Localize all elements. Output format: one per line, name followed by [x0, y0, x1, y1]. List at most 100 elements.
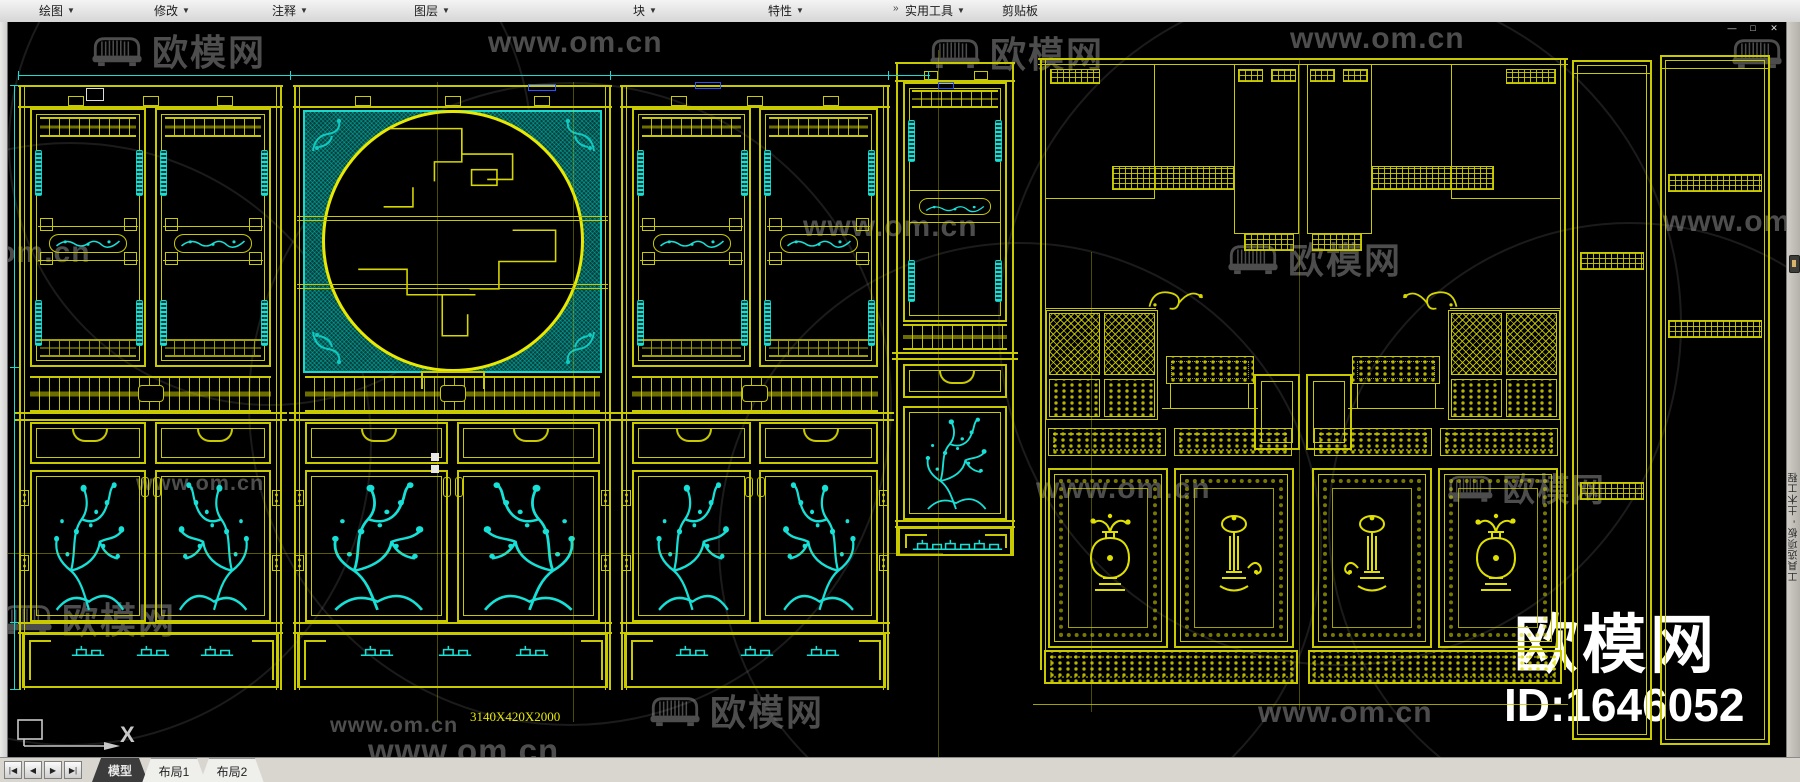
- oval-cartouche: [919, 198, 991, 215]
- joint-square: [249, 252, 262, 265]
- carved-rail: [1174, 428, 1292, 456]
- joint-square: [40, 218, 53, 231]
- ribbon-item-6[interactable]: 特性 ▼: [760, 0, 812, 21]
- ribbon-item-7[interactable]: 实用工具 ▼: [897, 0, 973, 21]
- ribbon-item-8[interactable]: 剪贴板: [994, 0, 1046, 21]
- chevron-down-icon: ▼: [300, 6, 308, 15]
- ucs-x-axis-label: X: [120, 722, 135, 747]
- dimension-tick: [18, 71, 19, 80]
- drawer: [305, 422, 448, 464]
- hinge: [20, 555, 29, 571]
- lattice-valance: [1372, 166, 1494, 190]
- tab-模型[interactable]: 模型: [92, 758, 148, 782]
- door-fret-band: [165, 117, 261, 137]
- lock-plate: [443, 477, 451, 497]
- mini-ornament: [358, 643, 396, 658]
- ribbon-overflow-icon[interactable]: »: [893, 3, 899, 14]
- linework: [1665, 60, 1765, 740]
- floral-ornament: [917, 416, 995, 512]
- layout-nav-button-4[interactable]: ▶|: [64, 761, 82, 779]
- cart-ornament: [784, 237, 854, 250]
- ribbon-item-4[interactable]: 图层 ▼: [406, 0, 458, 21]
- cornice-line: [1662, 57, 1768, 69]
- apron-hook: [252, 640, 274, 680]
- side-frame: [294, 85, 300, 690]
- cornice-tab: [68, 96, 84, 106]
- shelf-rail: [297, 216, 608, 221]
- joint-square: [729, 252, 742, 265]
- fret-bracket: [1238, 69, 1263, 82]
- side-frame: [605, 85, 611, 690]
- ornate-door: [1048, 468, 1168, 648]
- linework: [1577, 65, 1647, 735]
- construction-line: [1299, 58, 1300, 710]
- carved-door: [155, 470, 271, 622]
- blue-mark: [528, 84, 556, 91]
- stile-carving: [136, 300, 143, 346]
- layout-nav-button-3[interactable]: ▶: [44, 761, 62, 779]
- floral-ornament: [169, 480, 259, 614]
- drawing-canvas[interactable]: — □ ✕ 欧模网 ID:1646052 3140X420X2000 X 欧模网…: [8, 22, 1786, 757]
- ornate-door: [1174, 468, 1294, 648]
- carved-rail: [1314, 428, 1432, 456]
- tool-palette-bar[interactable]: 工具选项板 - 土木工程: [1786, 22, 1800, 757]
- hinge: [879, 555, 888, 571]
- drawer: [759, 422, 878, 464]
- carved-rail: [1048, 428, 1166, 456]
- floor-line: [1033, 704, 1568, 705]
- linework: [1445, 433, 1553, 451]
- layout-nav-button-2[interactable]: ◀: [24, 761, 42, 779]
- linework: [1179, 433, 1287, 451]
- apron-hook: [859, 640, 881, 680]
- bench-leg: [1357, 384, 1358, 408]
- scrl-ornament: [1144, 280, 1208, 312]
- linework: [38, 226, 138, 227]
- fret-bracket: [1050, 69, 1100, 84]
- dimension-tick: [10, 367, 19, 368]
- linework: [640, 226, 743, 227]
- hinge: [622, 490, 631, 506]
- stile-carving: [995, 120, 1002, 162]
- chevron-down-icon: ▼: [442, 6, 450, 15]
- joint-square: [769, 218, 782, 231]
- layout-nav-button-1[interactable]: |◀: [4, 761, 22, 779]
- cornice-tab: [445, 96, 461, 106]
- apron: [297, 634, 608, 688]
- ribbon-item-1[interactable]: 绘图 ▼: [31, 0, 83, 21]
- bench-leg: [1170, 384, 1171, 408]
- watermark-url: www.om.cn: [330, 712, 459, 737]
- mini-ornament: [967, 537, 1005, 552]
- minimize-button[interactable]: —: [1726, 23, 1738, 34]
- lattice-door: [1104, 313, 1155, 375]
- cabinet-elevation-2: [289, 85, 616, 690]
- workspace: — □ ✕ 欧模网 ID:1646052 3140X420X2000 X 欧模网…: [0, 22, 1800, 757]
- ribbon-item-5[interactable]: 块 ▼: [625, 0, 665, 21]
- ribbon-item-2[interactable]: 修改 ▼: [146, 0, 198, 21]
- stile-carving: [995, 260, 1002, 302]
- chevron-down-icon: ▼: [796, 6, 804, 15]
- dimension-tick: [290, 71, 291, 80]
- close-button[interactable]: ✕: [1768, 23, 1780, 34]
- construction-line: [437, 82, 438, 722]
- linework: [163, 260, 263, 261]
- door-fret-band: [769, 339, 868, 357]
- linework: [1050, 656, 1292, 678]
- tab-布局2[interactable]: 布局2: [200, 758, 264, 782]
- lattice-door: [1506, 313, 1557, 375]
- restore-button[interactable]: □: [1747, 23, 1759, 34]
- joint-square: [165, 252, 178, 265]
- hinge: [601, 490, 610, 506]
- fret-bracket: [1310, 69, 1335, 82]
- frieze-flower: [440, 385, 466, 402]
- mini-ornament: [673, 643, 711, 658]
- apron: [1044, 650, 1298, 684]
- selection-grip: [431, 465, 439, 473]
- top-molding: [616, 412, 894, 421]
- ribbon-item-3[interactable]: 注释 ▼: [264, 0, 316, 21]
- steps-ornament: [325, 113, 581, 369]
- tab-布局1[interactable]: 布局1: [142, 758, 206, 782]
- floral-ornament: [773, 480, 866, 614]
- shelf-line: [1451, 198, 1560, 199]
- cornice-tab: [671, 96, 687, 106]
- frieze-flower: [742, 385, 768, 402]
